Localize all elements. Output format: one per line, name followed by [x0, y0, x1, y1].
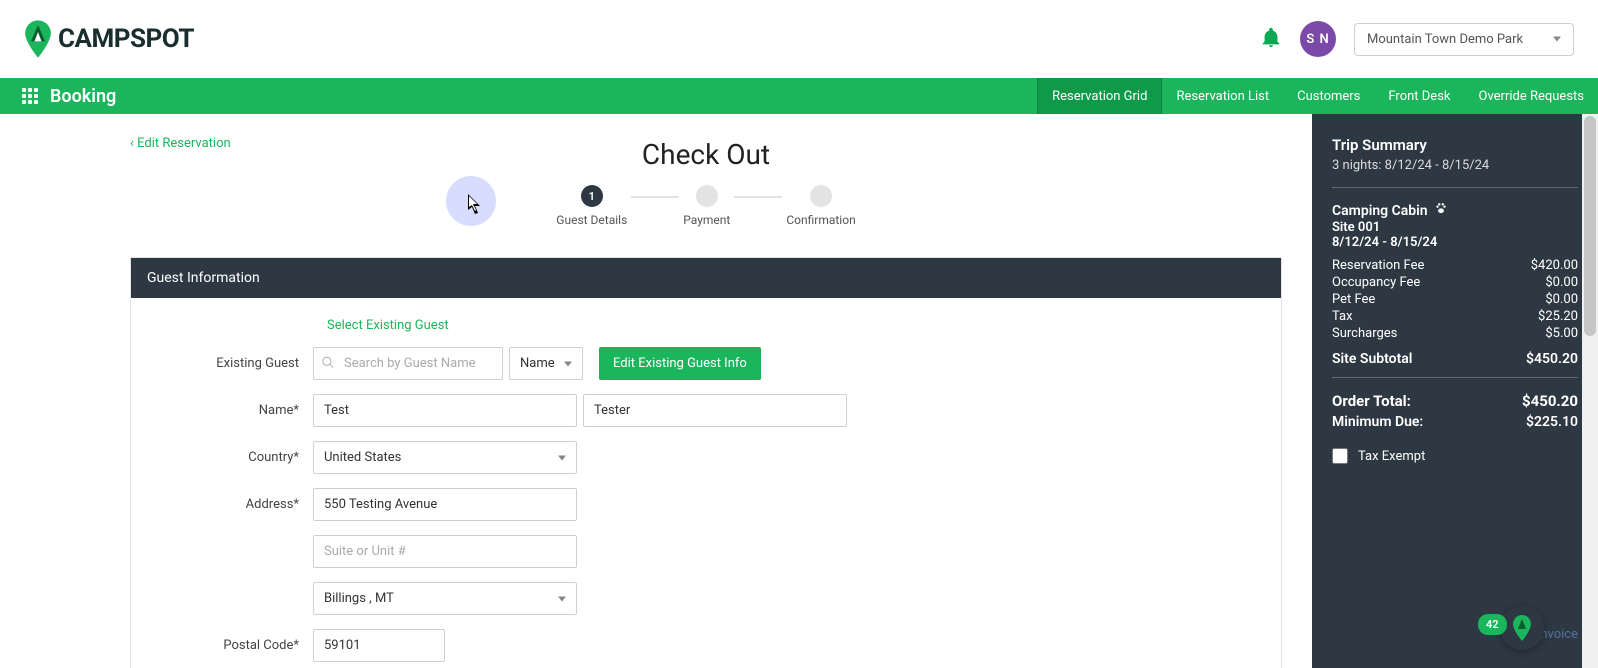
- edit-reservation-link[interactable]: ‹ Edit Reservation: [130, 136, 231, 151]
- tax-exempt-label: Tax Exempt: [1358, 449, 1425, 464]
- guest-info-header: Guest Information: [131, 258, 1281, 298]
- fee-row: Occupancy Fee$0.00: [1332, 275, 1578, 290]
- name-label: Name*: [147, 403, 313, 418]
- nav-reservation-grid[interactable]: Reservation Grid: [1037, 78, 1162, 114]
- nav-front-desk[interactable]: Front Desk: [1374, 78, 1464, 114]
- nav-bar: Booking Reservation Grid Reservation Lis…: [0, 78, 1598, 114]
- page-title: Check Out: [130, 138, 1282, 171]
- site-number: Site 001: [1332, 220, 1578, 235]
- pin-icon: [24, 19, 52, 59]
- search-icon: [321, 354, 335, 373]
- postal-label: Postal Code*: [147, 638, 313, 653]
- step-2-circle[interactable]: [696, 185, 718, 207]
- site-dates: 8/12/24 - 8/15/24: [1332, 235, 1578, 250]
- pin-icon: [1512, 615, 1532, 641]
- brand-logo[interactable]: CAMPSPOT: [24, 19, 194, 59]
- paw-icon: [1434, 202, 1448, 220]
- minimum-due-row: Minimum Due:$225.10: [1332, 414, 1578, 430]
- step-1-circle[interactable]: 1: [581, 185, 603, 207]
- trip-summary-sub: 3 nights: 8/12/24 - 8/15/24: [1332, 158, 1578, 173]
- fee-row: Reservation Fee$420.00: [1332, 258, 1578, 273]
- fee-row: Pet Fee$0.00: [1332, 292, 1578, 307]
- top-bar: CAMPSPOT S N Mountain Town Demo Park: [0, 0, 1598, 78]
- park-selector[interactable]: Mountain Town Demo Park: [1354, 23, 1574, 56]
- scrollbar-track[interactable]: [1582, 114, 1598, 668]
- trip-summary-title: Trip Summary: [1332, 136, 1578, 154]
- site-name: Camping Cabin: [1332, 202, 1578, 220]
- edit-existing-guest-button[interactable]: Edit Existing Guest Info: [599, 347, 761, 380]
- brand-text: CAMPSPOT: [58, 24, 194, 54]
- help-widget-badge: 42: [1478, 614, 1507, 635]
- address1-input[interactable]: [313, 488, 577, 521]
- postal-input[interactable]: [313, 629, 445, 662]
- site-subtotal-row: Site Subtotal$450.20: [1332, 351, 1578, 367]
- last-name-input[interactable]: [583, 394, 847, 427]
- tax-exempt-row: Tax Exempt: [1332, 448, 1578, 464]
- fee-row: Surcharges$5.00: [1332, 326, 1578, 341]
- address-label: Address*: [147, 497, 313, 512]
- step-3-circle[interactable]: [810, 185, 832, 207]
- tax-exempt-checkbox[interactable]: [1332, 448, 1348, 464]
- select-existing-guest-link[interactable]: Select Existing Guest: [327, 318, 1265, 333]
- first-name-input[interactable]: [313, 394, 577, 427]
- help-widget[interactable]: 42: [1500, 606, 1544, 650]
- apps-grid-icon[interactable]: [22, 88, 38, 104]
- guest-search-input[interactable]: [313, 347, 503, 380]
- city-state-select[interactable]: Billings , MT: [313, 582, 577, 615]
- scrollbar-thumb[interactable]: [1584, 116, 1596, 336]
- checkout-progress: 1 Guest Details Payment Confirmation: [130, 185, 1282, 227]
- existing-guest-label: Existing Guest: [147, 356, 313, 371]
- nav-reservation-list[interactable]: Reservation List: [1162, 78, 1283, 114]
- address2-input[interactable]: [313, 535, 577, 568]
- nav-override-requests[interactable]: Override Requests: [1465, 78, 1598, 114]
- fee-row: Tax$25.20: [1332, 309, 1578, 324]
- step-3-label: Confirmation: [786, 213, 855, 227]
- search-mode-select[interactable]: Name: [509, 347, 583, 380]
- nav-section-title: Booking: [50, 86, 116, 107]
- trip-summary-panel: Trip Summary 3 nights: 8/12/24 - 8/15/24…: [1312, 114, 1598, 668]
- country-select[interactable]: United States: [313, 441, 577, 474]
- step-2-label: Payment: [683, 213, 730, 227]
- nav-customers[interactable]: Customers: [1283, 78, 1374, 114]
- topbar-right: S N Mountain Town Demo Park: [1260, 21, 1574, 57]
- country-label: Country*: [147, 450, 313, 465]
- user-avatar[interactable]: S N: [1300, 21, 1336, 57]
- notifications-icon[interactable]: [1260, 26, 1282, 52]
- guest-info-panel: Guest Information Select Existing Guest …: [130, 257, 1282, 668]
- nav-tabs: Reservation Grid Reservation List Custom…: [1037, 78, 1598, 114]
- order-total-row: Order Total:$450.20: [1332, 392, 1578, 410]
- step-1-label: Guest Details: [556, 213, 627, 227]
- main-content: ‹ Edit Reservation Check Out 1 Guest Det…: [0, 114, 1312, 668]
